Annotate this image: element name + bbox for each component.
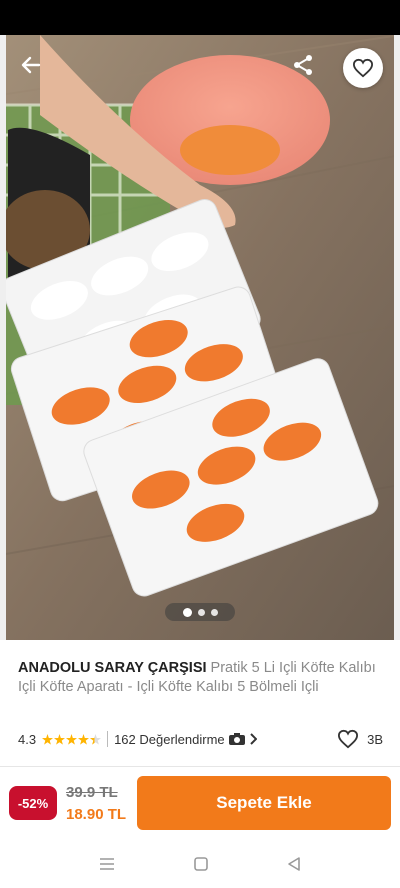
star-half-icon	[90, 733, 102, 745]
product-image[interactable]	[0, 35, 400, 640]
pagination-dot-1[interactable]	[182, 607, 192, 617]
heart-icon	[352, 58, 374, 78]
chevron-right-icon	[249, 733, 257, 745]
camera-icon	[228, 733, 245, 745]
section-divider	[0, 766, 400, 767]
star-icon	[78, 733, 90, 745]
menu-icon[interactable]	[99, 857, 115, 871]
likes-count: 3B	[367, 731, 383, 747]
share-button[interactable]	[286, 48, 320, 82]
star-icon	[54, 733, 66, 745]
back-triangle-icon[interactable]	[287, 856, 301, 872]
reviews-link[interactable]: 162 Değerlendirme	[114, 732, 257, 747]
brand-name[interactable]: ANADOLU SARAY ÇARŞISI	[18, 660, 207, 676]
star-icon	[66, 733, 78, 745]
back-button[interactable]	[14, 48, 48, 82]
add-to-cart-button[interactable]: Sepete Ekle	[137, 776, 391, 830]
rating-stars	[42, 733, 102, 745]
share-icon	[294, 55, 312, 75]
favorites-count[interactable]: 3B	[337, 729, 383, 749]
image-edge-left	[0, 35, 6, 640]
current-price: 18.90 TL	[66, 806, 127, 823]
discount-badge: -52%	[9, 786, 57, 820]
divider	[107, 731, 109, 747]
rating-row: 4.3 162 Değerlendirme 3B	[18, 728, 383, 750]
status-bar	[0, 0, 400, 35]
product-photo	[0, 35, 400, 640]
rating-value: 4.3	[18, 731, 37, 747]
favorite-button[interactable]	[343, 48, 383, 88]
home-icon[interactable]	[193, 856, 209, 872]
star-icon	[42, 733, 54, 745]
image-edge-right	[394, 35, 400, 640]
reviews-count: 162 Değerlendirme	[114, 731, 225, 747]
pagination-dot-3[interactable]	[210, 608, 218, 616]
heart-icon	[338, 729, 359, 749]
pagination-dot-2[interactable]	[197, 608, 205, 616]
product-title: ANADOLU SARAY ÇARŞISI Pratik 5 Li Içli K…	[18, 659, 378, 697]
system-nav-bar	[0, 840, 400, 888]
back-arrow-icon	[21, 56, 41, 74]
gallery-pagination[interactable]	[165, 603, 235, 621]
old-price: 39.9 TL	[66, 784, 118, 801]
